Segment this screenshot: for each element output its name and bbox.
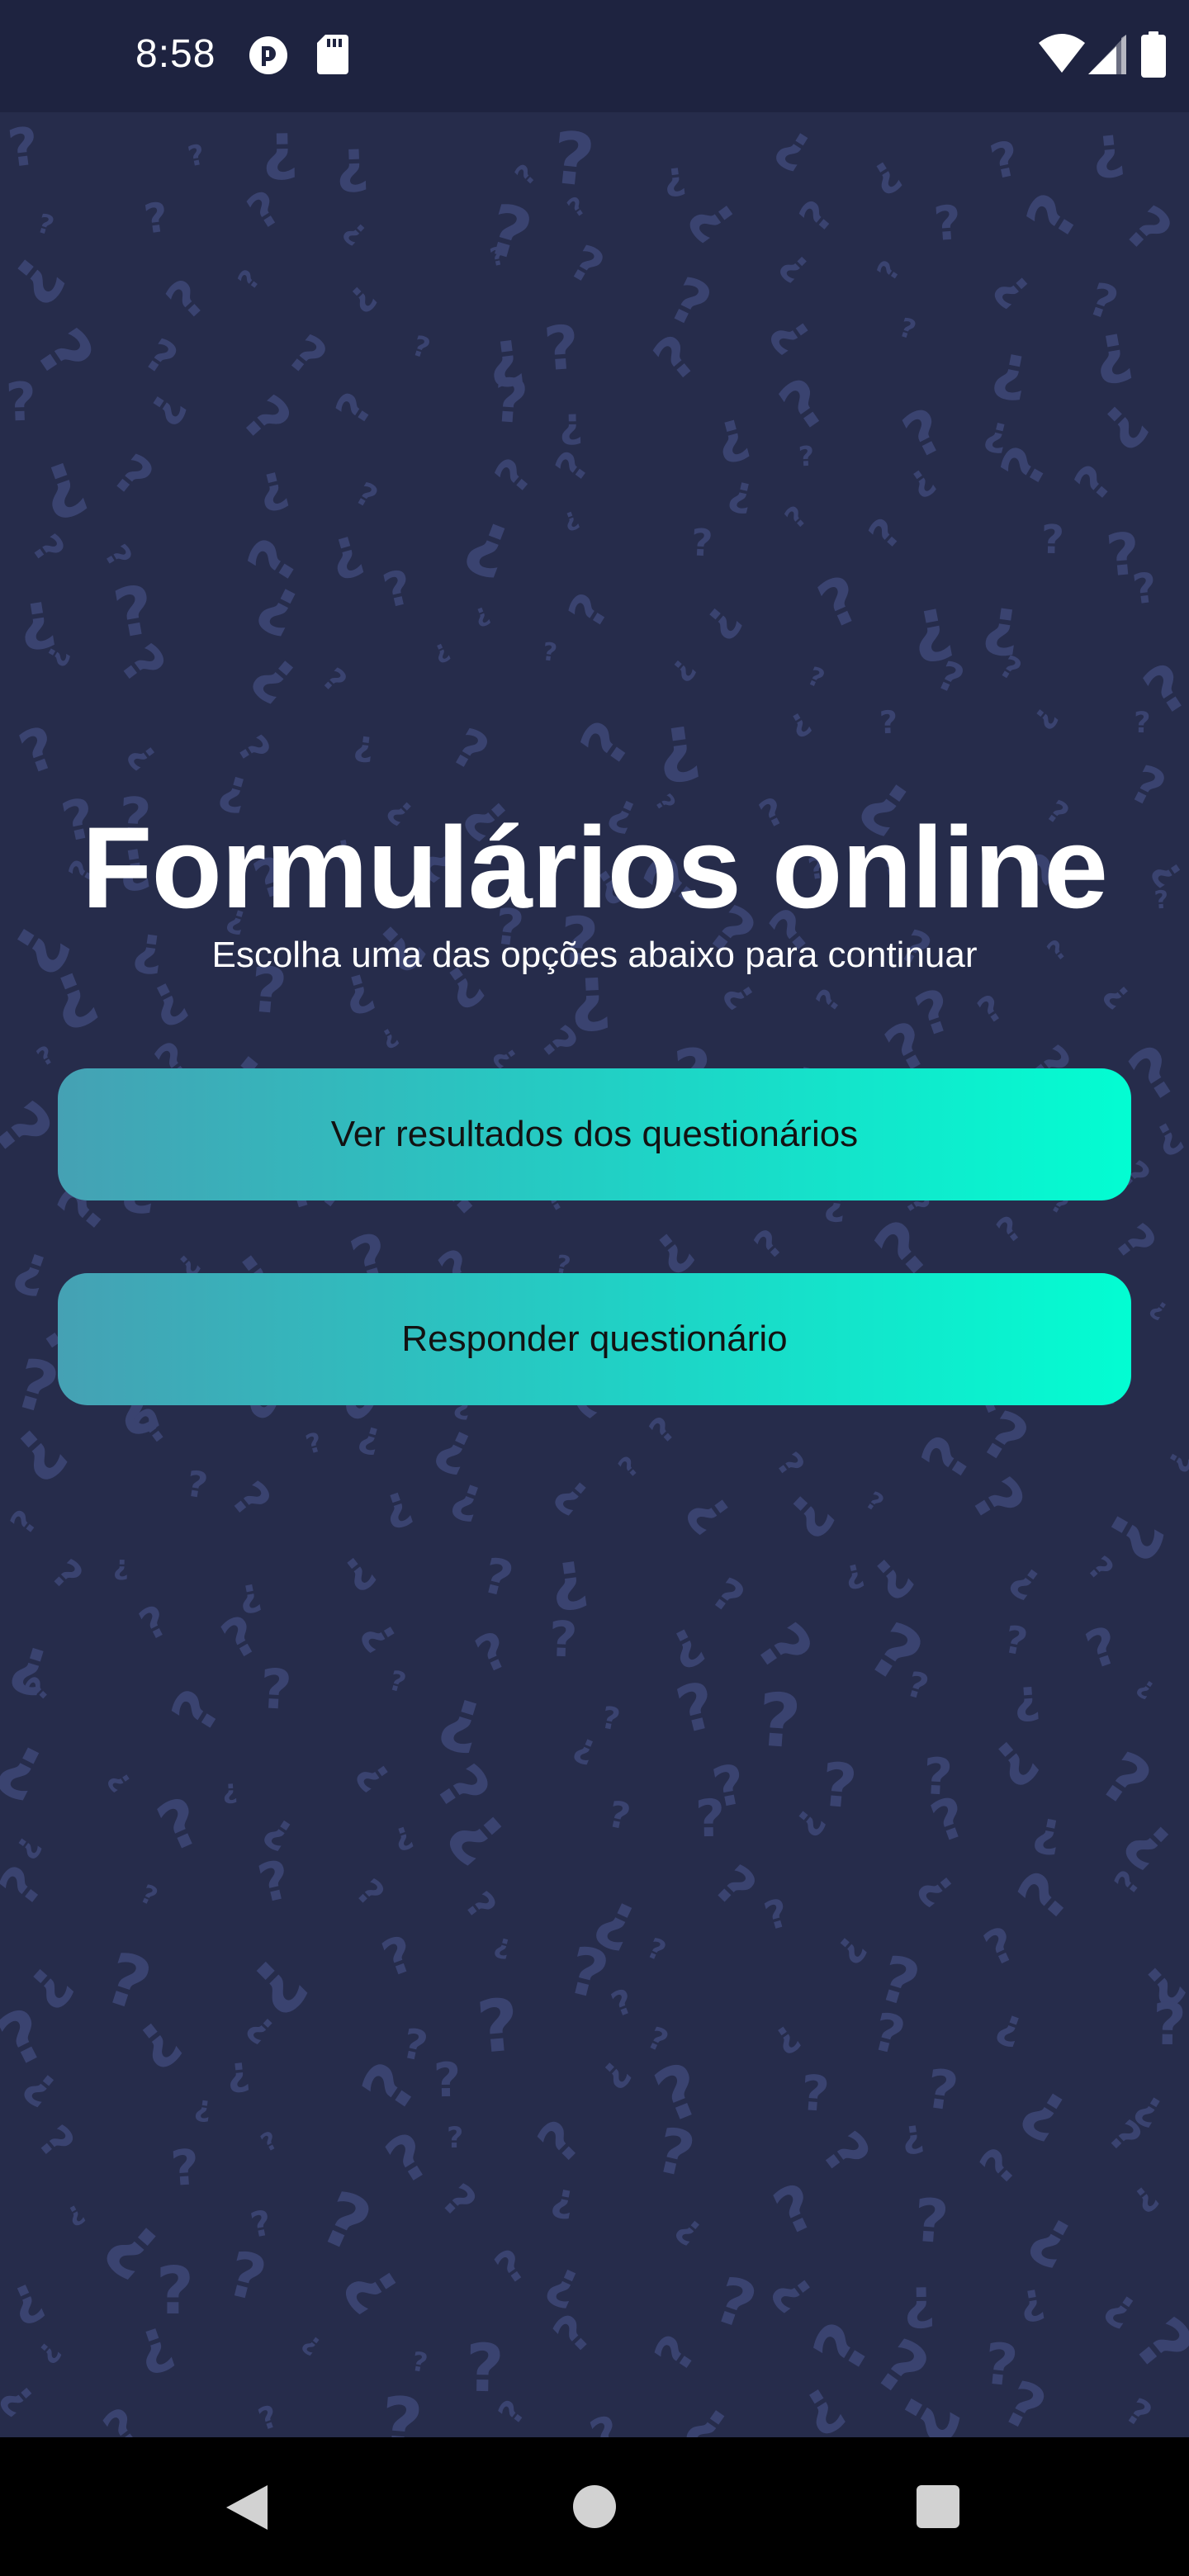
sd-card-icon [317,35,348,78]
page-subtitle: Escolha uma das opções abaixo para conti… [211,935,978,975]
wifi-icon [1039,33,1085,78]
navigation-bar [0,2437,1189,2576]
answer-questionnaire-button[interactable]: Responder questionário [58,1273,1131,1405]
recents-icon[interactable] [917,2485,959,2528]
app-screen: 8:58 ? ? ¿ ¿ ? ? ¿ ¿ ¿ ? ¿ ? ? ? ¿ ? ? ¿… [0,0,1189,2576]
battery-icon [1141,31,1166,82]
view-results-button[interactable]: Ver resultados dos questionários [58,1068,1131,1200]
signal-icon [1088,35,1126,78]
status-time: 8:58 [135,32,216,76]
status-bar: 8:58 [0,0,1189,112]
page-title: Formulários online [81,803,1108,932]
main-content: Formulários online Escolha uma das opçõe… [0,0,1189,2437]
back-icon[interactable] [225,2484,269,2536]
app-notification-icon [248,35,289,80]
home-icon[interactable] [573,2485,616,2528]
